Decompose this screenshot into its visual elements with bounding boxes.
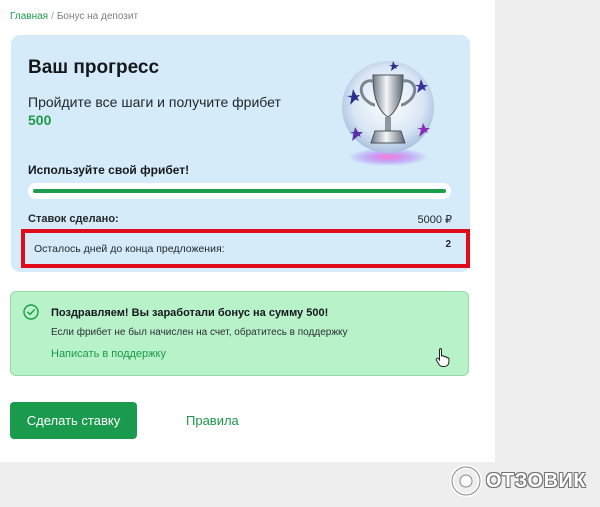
congrats-text: Если фрибет не был начислен на счет, обр… bbox=[51, 327, 348, 338]
bets-made-value: 5000 ₽ bbox=[417, 214, 452, 226]
make-bet-button[interactable]: Сделать ставку bbox=[10, 402, 137, 439]
otzovik-watermark-text: ОТЗОВИК bbox=[486, 469, 587, 492]
days-left-label: Осталось дней до конца предложения: bbox=[34, 243, 225, 255]
use-freebet-label: Используйте свой фрибет! bbox=[28, 163, 190, 177]
otzovik-watermark: ОТЗОВИК bbox=[450, 464, 595, 498]
contact-support-link[interactable]: Написать в поддержку bbox=[51, 348, 166, 360]
check-circle-icon bbox=[23, 304, 39, 320]
progress-subtitle: Пройдите все шаги и получите фрибет bbox=[28, 94, 281, 110]
days-left-highlight: Осталось дней до конца предложения: 2 bbox=[21, 229, 470, 268]
congrats-banner: Поздравляем! Вы заработали бонус на сумм… bbox=[10, 291, 469, 376]
breadcrumb: Главная / Бонус на депозит bbox=[10, 11, 138, 22]
bets-made-label: Ставок сделано: bbox=[28, 213, 119, 225]
bonus-page-card: Главная / Бонус на депозит Ваш прогресс Пр… bbox=[0, 0, 495, 462]
breadcrumb-separator: / bbox=[51, 11, 54, 22]
congrats-title: Поздравляем! Вы заработали бонус на сумм… bbox=[51, 307, 329, 319]
trophy-icon bbox=[342, 61, 434, 166]
hand-cursor-icon bbox=[435, 348, 450, 367]
breadcrumb-current: Бонус на депозит bbox=[56, 11, 139, 22]
progress-bar bbox=[28, 183, 451, 199]
rules-link[interactable]: Правила bbox=[186, 413, 239, 428]
progress-bar-fill bbox=[33, 189, 446, 193]
progress-panel: Ваш прогресс Пройдите все шаги и получит… bbox=[11, 35, 470, 272]
progress-title: Ваш прогресс bbox=[28, 57, 160, 78]
breadcrumb-home-link[interactable]: Главная bbox=[10, 11, 48, 22]
days-left-value: 2 bbox=[445, 239, 451, 250]
freebet-amount: 500 bbox=[28, 112, 52, 128]
otzovik-logo-icon bbox=[450, 465, 482, 497]
